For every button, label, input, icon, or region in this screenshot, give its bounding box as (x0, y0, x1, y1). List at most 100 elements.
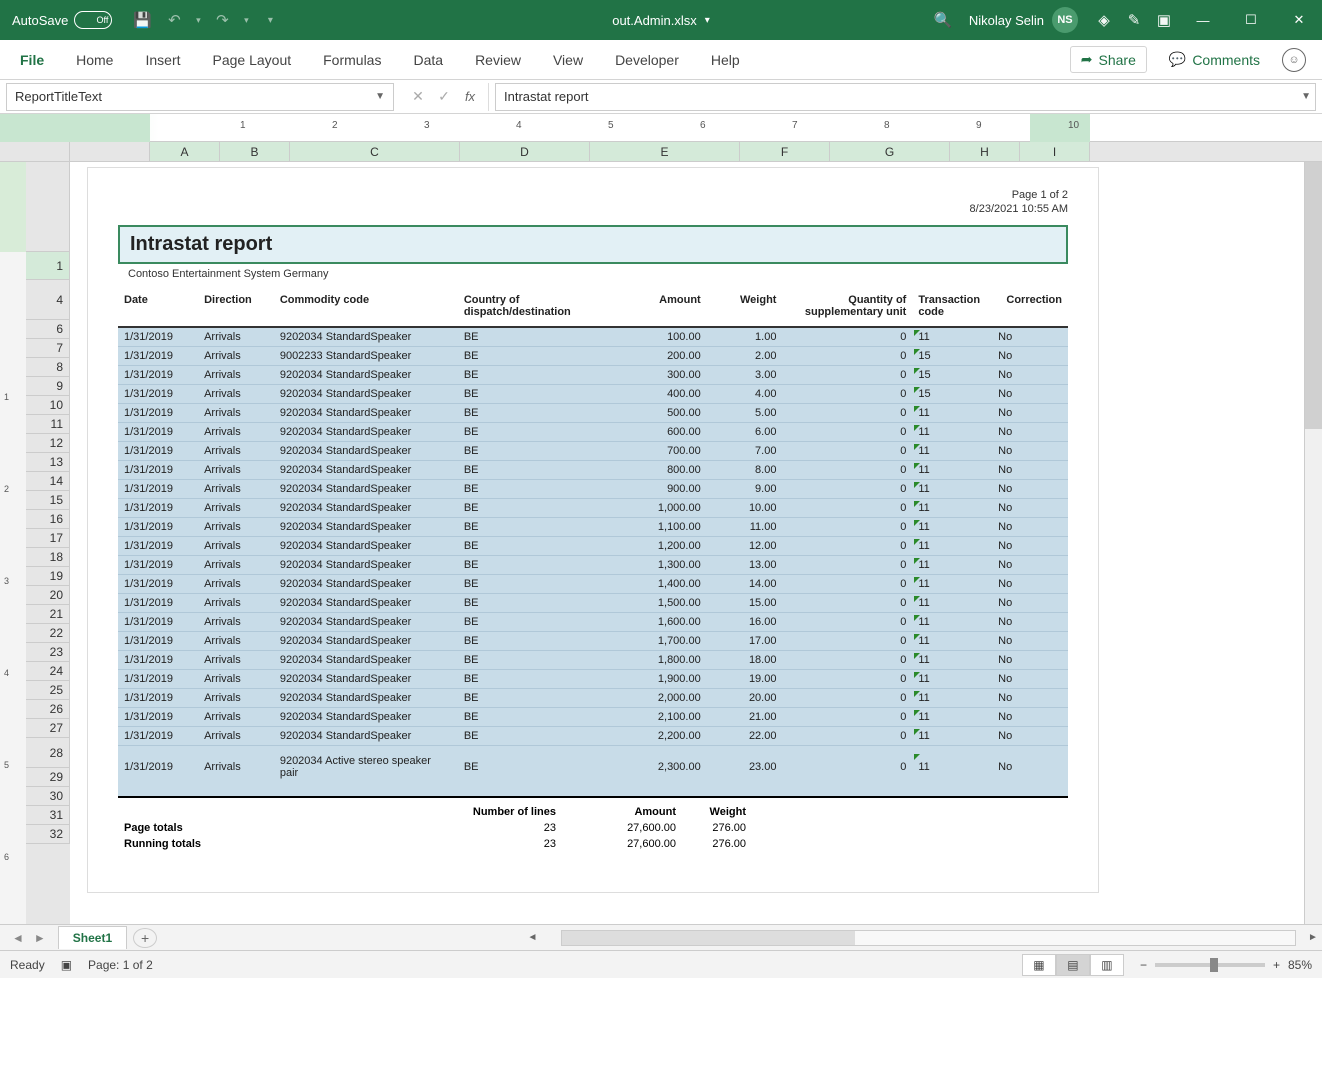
tab-help[interactable]: Help (695, 40, 756, 80)
cancel-formula-icon[interactable]: ✕ (406, 85, 430, 109)
row-header-15[interactable]: 15 (26, 491, 70, 510)
add-sheet-button[interactable]: + (133, 928, 157, 948)
close-button[interactable]: ✕ (1276, 0, 1322, 40)
row-header-blank[interactable] (26, 162, 70, 252)
macro-record-icon[interactable]: ▣ (61, 958, 72, 972)
filename-dropdown-icon[interactable]: ▾ (705, 15, 710, 26)
view-page-layout-icon[interactable]: ▤ (1056, 954, 1090, 976)
col-h[interactable]: H (950, 142, 1020, 161)
tab-developer[interactable]: Developer (599, 40, 695, 80)
row-header-11[interactable]: 11 (26, 415, 70, 434)
row-header-26[interactable]: 26 (26, 700, 70, 719)
titlebar: AutoSave Off 💾 ↶ ▾ ↷ ▾ ▾ out.Admin.xlsx … (0, 0, 1322, 40)
row-header-28[interactable]: 28 (26, 738, 70, 768)
autosave-label: AutoSave (12, 13, 68, 28)
col-a[interactable]: A (150, 142, 220, 161)
sheet-nav-next-icon[interactable]: ► (30, 931, 50, 945)
col-f[interactable]: F (740, 142, 830, 161)
row-header-18[interactable]: 18 (26, 548, 70, 567)
redo-icon[interactable]: ↷ (208, 6, 236, 34)
row-header-12[interactable]: 12 (26, 434, 70, 453)
row-header-1[interactable]: 1 (26, 252, 70, 280)
sheet-tab-sheet1[interactable]: Sheet1 (58, 926, 127, 949)
horizontal-scrollbar[interactable] (561, 930, 1296, 946)
redo-dropdown-icon[interactable]: ▾ (240, 6, 252, 34)
coming-soon-icon[interactable]: ✎ (1120, 6, 1148, 34)
tab-insert[interactable]: Insert (129, 40, 196, 80)
formula-expand-icon[interactable]: ▼ (1301, 91, 1311, 102)
ribbon-display-icon[interactable]: ▣ (1150, 6, 1178, 34)
row-header-25[interactable]: 25 (26, 681, 70, 700)
row-header-8[interactable]: 8 (26, 358, 70, 377)
row-header-17[interactable]: 17 (26, 529, 70, 548)
sheet-nav-prev-icon[interactable]: ◄ (8, 931, 28, 945)
row-header-13[interactable]: 13 (26, 453, 70, 472)
col-b[interactable]: B (220, 142, 290, 161)
row-header-30[interactable]: 30 (26, 787, 70, 806)
hscroll-left-icon[interactable]: ◄ (523, 932, 541, 943)
tab-data[interactable]: Data (397, 40, 459, 80)
diamond-icon[interactable]: ◈ (1090, 6, 1118, 34)
select-all-corner[interactable] (0, 142, 70, 161)
row-header-27[interactable]: 27 (26, 719, 70, 738)
zoom-out-button[interactable]: − (1140, 958, 1147, 972)
row-header-4[interactable]: 4 (26, 280, 70, 320)
page-canvas[interactable]: Page 1 of 2 8/23/2021 10:55 AM Intrastat… (70, 162, 1322, 924)
vertical-scrollbar[interactable] (1304, 162, 1322, 924)
share-icon: ➦ (1081, 51, 1093, 68)
hscroll-right-icon[interactable]: ► (1304, 932, 1322, 943)
row-header-21[interactable]: 21 (26, 605, 70, 624)
feedback-icon[interactable]: ☺ (1282, 48, 1306, 72)
row-header-6[interactable]: 6 (26, 320, 70, 339)
row-header-31[interactable]: 31 (26, 806, 70, 825)
tab-formulas[interactable]: Formulas (307, 40, 397, 80)
user-account[interactable]: Nikolay Selin NS (959, 7, 1088, 33)
row-header-9[interactable]: 9 (26, 377, 70, 396)
comments-button[interactable]: 💬 Comments (1159, 47, 1270, 72)
row-header-24[interactable]: 24 (26, 662, 70, 681)
col-i[interactable]: I (1020, 142, 1090, 161)
zoom-in-button[interactable]: + (1273, 958, 1280, 972)
save-icon[interactable]: 💾 (128, 6, 156, 34)
row-header-29[interactable]: 29 (26, 768, 70, 787)
maximize-button[interactable]: ☐ (1228, 0, 1274, 40)
col-blank[interactable] (70, 142, 150, 161)
row-header-23[interactable]: 23 (26, 643, 70, 662)
qat-customize-icon[interactable]: ▾ (256, 6, 284, 34)
row-header-7[interactable]: 7 (26, 339, 70, 358)
row-header-16[interactable]: 16 (26, 510, 70, 529)
col-e[interactable]: E (590, 142, 740, 161)
row-header-32[interactable]: 32 (26, 825, 70, 844)
accept-formula-icon[interactable]: ✓ (432, 85, 456, 109)
row-header-19[interactable]: 19 (26, 567, 70, 586)
col-c[interactable]: C (290, 142, 460, 161)
autosave-toggle[interactable]: AutoSave Off (0, 11, 124, 29)
view-page-break-icon[interactable]: ▥ (1090, 954, 1124, 976)
row-header-10[interactable]: 10 (26, 396, 70, 415)
tab-page-layout[interactable]: Page Layout (197, 40, 308, 80)
share-button[interactable]: ➦ Share (1070, 46, 1147, 73)
report-title-cell[interactable]: Intrastat report (118, 225, 1068, 264)
insert-function-icon[interactable]: fx (458, 85, 482, 109)
view-normal-icon[interactable]: ▦ (1022, 954, 1056, 976)
tab-file[interactable]: File (4, 40, 60, 80)
formula-input[interactable]: Intrastat report ▼ (495, 83, 1316, 111)
tab-view[interactable]: View (537, 40, 599, 80)
hscroll-thumb[interactable] (562, 931, 855, 945)
table-row: 1/31/2019Arrivals9202034 StandardSpeaker… (118, 688, 1068, 707)
col-d[interactable]: D (460, 142, 590, 161)
name-box[interactable]: ReportTitleText ▼ (6, 83, 394, 111)
minimize-button[interactable]: — (1180, 0, 1226, 40)
vscroll-thumb[interactable] (1305, 162, 1322, 429)
undo-icon[interactable]: ↶ (160, 6, 188, 34)
row-header-14[interactable]: 14 (26, 472, 70, 491)
tab-home[interactable]: Home (60, 40, 129, 80)
search-icon[interactable]: 🔍 (929, 6, 957, 34)
tab-review[interactable]: Review (459, 40, 537, 80)
undo-dropdown-icon[interactable]: ▾ (192, 6, 204, 34)
row-header-20[interactable]: 20 (26, 586, 70, 605)
col-g[interactable]: G (830, 142, 950, 161)
name-box-dropdown-icon[interactable]: ▼ (375, 91, 385, 102)
row-header-22[interactable]: 22 (26, 624, 70, 643)
zoom-slider[interactable] (1155, 963, 1265, 967)
